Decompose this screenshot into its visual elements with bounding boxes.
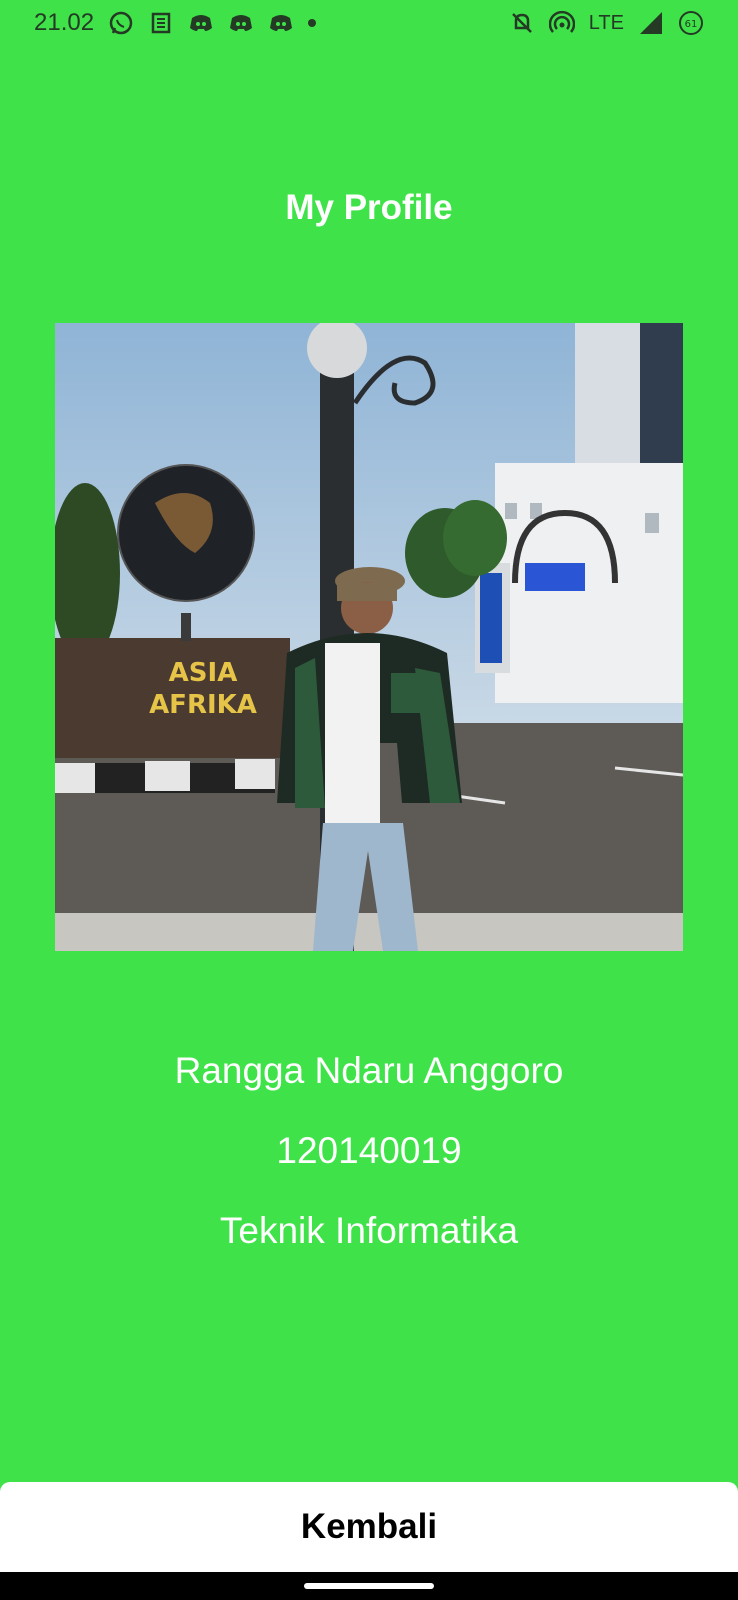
status-time: 21.02 — [34, 9, 95, 36]
back-button[interactable]: Kembali — [0, 1482, 738, 1572]
profile-nim: 120140019 — [276, 1130, 462, 1171]
hotspot-icon — [548, 10, 575, 33]
whatsapp-icon — [109, 11, 133, 35]
profile-name: Rangga Ndaru Anggoro — [174, 1050, 564, 1091]
svg-text:AFRIKA: AFRIKA — [149, 690, 257, 720]
home-gesture-handle[interactable] — [304, 1583, 434, 1589]
signal-icon — [640, 12, 662, 34]
network-type: LTE — [588, 11, 624, 34]
profile-major: Teknik Informatika — [219, 1210, 519, 1251]
news-icon — [151, 12, 171, 34]
navigation-bar — [0, 1572, 738, 1600]
profile-photo: ASIA AFRIKA — [55, 323, 683, 951]
profile-screen: 21.02 LTE 61 My Profile ASIA AFRIKA Rang… — [0, 0, 738, 1600]
battery-icon: 61 — [679, 11, 703, 35]
status-right: LTE 61 — [509, 10, 704, 36]
status-bar: 21.02 LTE 61 — [0, 0, 738, 46]
status-left: 21.02 — [34, 9, 317, 37]
dot-icon — [308, 19, 317, 27]
svg-text:ASIA: ASIA — [169, 658, 238, 688]
discord-icon — [190, 15, 213, 31]
mute-icon — [511, 13, 532, 33]
profile-photo-illustration: ASIA AFRIKA — [55, 323, 683, 951]
discord-icon — [270, 15, 293, 31]
battery-level: 61 — [685, 19, 698, 30]
page-title: My Profile — [285, 188, 453, 227]
discord-icon — [230, 15, 253, 31]
